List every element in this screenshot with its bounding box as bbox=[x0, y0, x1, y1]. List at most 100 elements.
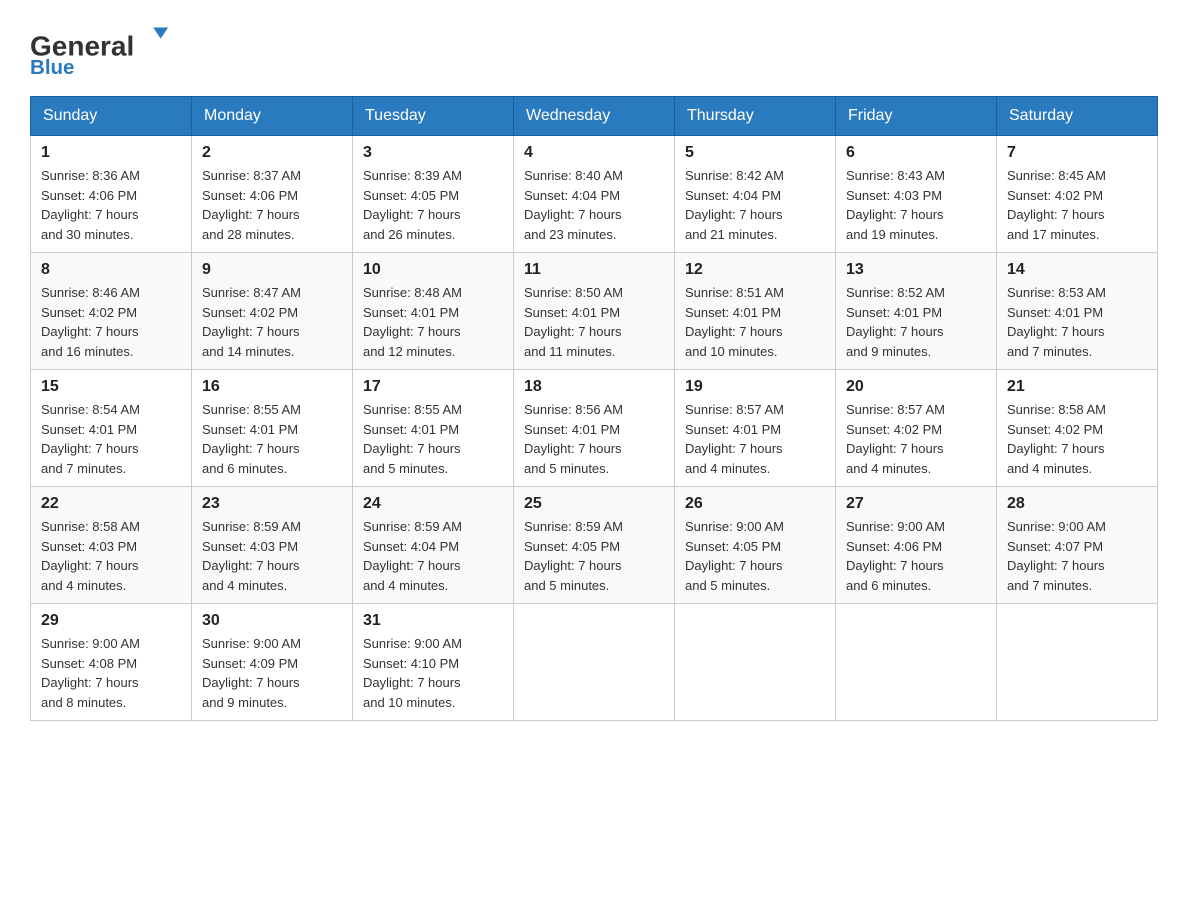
calendar-day-cell: 23 Sunrise: 8:59 AM Sunset: 4:03 PM Dayl… bbox=[192, 487, 353, 604]
day-number: 26 bbox=[685, 495, 825, 513]
weekday-header-sunday: Sunday bbox=[31, 97, 192, 136]
calendar-table: SundayMondayTuesdayWednesdayThursdayFrid… bbox=[30, 96, 1158, 721]
day-info: Sunrise: 8:53 AM Sunset: 4:01 PM Dayligh… bbox=[1007, 283, 1147, 361]
calendar-day-cell: 30 Sunrise: 9:00 AM Sunset: 4:09 PM Dayl… bbox=[192, 604, 353, 721]
calendar-day-cell: 19 Sunrise: 8:57 AM Sunset: 4:01 PM Dayl… bbox=[675, 370, 836, 487]
calendar-day-cell: 14 Sunrise: 8:53 AM Sunset: 4:01 PM Dayl… bbox=[997, 253, 1158, 370]
logo-svg: General Blue bbox=[30, 20, 170, 76]
day-info: Sunrise: 8:59 AM Sunset: 4:04 PM Dayligh… bbox=[363, 517, 503, 595]
day-info: Sunrise: 9:00 AM Sunset: 4:05 PM Dayligh… bbox=[685, 517, 825, 595]
day-info: Sunrise: 8:57 AM Sunset: 4:02 PM Dayligh… bbox=[846, 400, 986, 478]
calendar-day-cell bbox=[997, 604, 1158, 721]
day-info: Sunrise: 8:42 AM Sunset: 4:04 PM Dayligh… bbox=[685, 166, 825, 244]
day-info: Sunrise: 8:52 AM Sunset: 4:01 PM Dayligh… bbox=[846, 283, 986, 361]
day-info: Sunrise: 8:39 AM Sunset: 4:05 PM Dayligh… bbox=[363, 166, 503, 244]
day-info: Sunrise: 8:59 AM Sunset: 4:03 PM Dayligh… bbox=[202, 517, 342, 595]
day-number: 13 bbox=[846, 261, 986, 279]
day-info: Sunrise: 8:43 AM Sunset: 4:03 PM Dayligh… bbox=[846, 166, 986, 244]
day-number: 14 bbox=[1007, 261, 1147, 279]
calendar-day-cell: 1 Sunrise: 8:36 AM Sunset: 4:06 PM Dayli… bbox=[31, 136, 192, 253]
day-number: 24 bbox=[363, 495, 503, 513]
calendar-day-cell: 11 Sunrise: 8:50 AM Sunset: 4:01 PM Dayl… bbox=[514, 253, 675, 370]
day-info: Sunrise: 8:46 AM Sunset: 4:02 PM Dayligh… bbox=[41, 283, 181, 361]
calendar-day-cell: 31 Sunrise: 9:00 AM Sunset: 4:10 PM Dayl… bbox=[353, 604, 514, 721]
svg-text:Blue: Blue bbox=[30, 56, 74, 76]
weekday-header-friday: Friday bbox=[836, 97, 997, 136]
day-info: Sunrise: 8:47 AM Sunset: 4:02 PM Dayligh… bbox=[202, 283, 342, 361]
day-number: 25 bbox=[524, 495, 664, 513]
day-number: 18 bbox=[524, 378, 664, 396]
day-number: 31 bbox=[363, 612, 503, 630]
day-number: 11 bbox=[524, 261, 664, 279]
calendar-day-cell: 26 Sunrise: 9:00 AM Sunset: 4:05 PM Dayl… bbox=[675, 487, 836, 604]
day-number: 10 bbox=[363, 261, 503, 279]
day-number: 23 bbox=[202, 495, 342, 513]
calendar-day-cell: 16 Sunrise: 8:55 AM Sunset: 4:01 PM Dayl… bbox=[192, 370, 353, 487]
calendar-day-cell: 13 Sunrise: 8:52 AM Sunset: 4:01 PM Dayl… bbox=[836, 253, 997, 370]
page-header: General Blue bbox=[30, 20, 1158, 76]
calendar-day-cell: 6 Sunrise: 8:43 AM Sunset: 4:03 PM Dayli… bbox=[836, 136, 997, 253]
day-number: 22 bbox=[41, 495, 181, 513]
calendar-day-cell: 3 Sunrise: 8:39 AM Sunset: 4:05 PM Dayli… bbox=[353, 136, 514, 253]
weekday-header-row: SundayMondayTuesdayWednesdayThursdayFrid… bbox=[31, 97, 1158, 136]
day-info: Sunrise: 8:58 AM Sunset: 4:02 PM Dayligh… bbox=[1007, 400, 1147, 478]
calendar-day-cell: 12 Sunrise: 8:51 AM Sunset: 4:01 PM Dayl… bbox=[675, 253, 836, 370]
day-info: Sunrise: 8:51 AM Sunset: 4:01 PM Dayligh… bbox=[685, 283, 825, 361]
day-number: 1 bbox=[41, 144, 181, 162]
logo: General Blue bbox=[30, 20, 170, 76]
calendar-week-row: 1 Sunrise: 8:36 AM Sunset: 4:06 PM Dayli… bbox=[31, 136, 1158, 253]
day-info: Sunrise: 9:00 AM Sunset: 4:10 PM Dayligh… bbox=[363, 634, 503, 712]
calendar-day-cell: 9 Sunrise: 8:47 AM Sunset: 4:02 PM Dayli… bbox=[192, 253, 353, 370]
calendar-day-cell: 17 Sunrise: 8:55 AM Sunset: 4:01 PM Dayl… bbox=[353, 370, 514, 487]
calendar-day-cell: 4 Sunrise: 8:40 AM Sunset: 4:04 PM Dayli… bbox=[514, 136, 675, 253]
day-number: 7 bbox=[1007, 144, 1147, 162]
day-number: 9 bbox=[202, 261, 342, 279]
day-info: Sunrise: 8:57 AM Sunset: 4:01 PM Dayligh… bbox=[685, 400, 825, 478]
day-number: 21 bbox=[1007, 378, 1147, 396]
day-info: Sunrise: 8:55 AM Sunset: 4:01 PM Dayligh… bbox=[202, 400, 342, 478]
calendar-day-cell: 5 Sunrise: 8:42 AM Sunset: 4:04 PM Dayli… bbox=[675, 136, 836, 253]
day-info: Sunrise: 8:45 AM Sunset: 4:02 PM Dayligh… bbox=[1007, 166, 1147, 244]
calendar-day-cell: 20 Sunrise: 8:57 AM Sunset: 4:02 PM Dayl… bbox=[836, 370, 997, 487]
day-number: 5 bbox=[685, 144, 825, 162]
calendar-day-cell: 7 Sunrise: 8:45 AM Sunset: 4:02 PM Dayli… bbox=[997, 136, 1158, 253]
calendar-day-cell bbox=[514, 604, 675, 721]
weekday-header-saturday: Saturday bbox=[997, 97, 1158, 136]
day-number: 3 bbox=[363, 144, 503, 162]
day-info: Sunrise: 8:55 AM Sunset: 4:01 PM Dayligh… bbox=[363, 400, 503, 478]
day-number: 19 bbox=[685, 378, 825, 396]
calendar-week-row: 29 Sunrise: 9:00 AM Sunset: 4:08 PM Dayl… bbox=[31, 604, 1158, 721]
calendar-day-cell: 18 Sunrise: 8:56 AM Sunset: 4:01 PM Dayl… bbox=[514, 370, 675, 487]
day-number: 15 bbox=[41, 378, 181, 396]
day-number: 29 bbox=[41, 612, 181, 630]
calendar-day-cell: 10 Sunrise: 8:48 AM Sunset: 4:01 PM Dayl… bbox=[353, 253, 514, 370]
day-info: Sunrise: 8:59 AM Sunset: 4:05 PM Dayligh… bbox=[524, 517, 664, 595]
day-number: 28 bbox=[1007, 495, 1147, 513]
calendar-day-cell bbox=[675, 604, 836, 721]
day-info: Sunrise: 8:48 AM Sunset: 4:01 PM Dayligh… bbox=[363, 283, 503, 361]
calendar-day-cell: 29 Sunrise: 9:00 AM Sunset: 4:08 PM Dayl… bbox=[31, 604, 192, 721]
day-number: 16 bbox=[202, 378, 342, 396]
day-info: Sunrise: 9:00 AM Sunset: 4:07 PM Dayligh… bbox=[1007, 517, 1147, 595]
day-info: Sunrise: 8:36 AM Sunset: 4:06 PM Dayligh… bbox=[41, 166, 181, 244]
day-number: 12 bbox=[685, 261, 825, 279]
calendar-day-cell: 2 Sunrise: 8:37 AM Sunset: 4:06 PM Dayli… bbox=[192, 136, 353, 253]
calendar-day-cell: 28 Sunrise: 9:00 AM Sunset: 4:07 PM Dayl… bbox=[997, 487, 1158, 604]
day-info: Sunrise: 9:00 AM Sunset: 4:09 PM Dayligh… bbox=[202, 634, 342, 712]
day-info: Sunrise: 8:37 AM Sunset: 4:06 PM Dayligh… bbox=[202, 166, 342, 244]
calendar-day-cell: 24 Sunrise: 8:59 AM Sunset: 4:04 PM Dayl… bbox=[353, 487, 514, 604]
day-info: Sunrise: 9:00 AM Sunset: 4:06 PM Dayligh… bbox=[846, 517, 986, 595]
weekday-header-tuesday: Tuesday bbox=[353, 97, 514, 136]
calendar-day-cell: 8 Sunrise: 8:46 AM Sunset: 4:02 PM Dayli… bbox=[31, 253, 192, 370]
calendar-day-cell: 21 Sunrise: 8:58 AM Sunset: 4:02 PM Dayl… bbox=[997, 370, 1158, 487]
calendar-day-cell: 27 Sunrise: 9:00 AM Sunset: 4:06 PM Dayl… bbox=[836, 487, 997, 604]
day-info: Sunrise: 8:56 AM Sunset: 4:01 PM Dayligh… bbox=[524, 400, 664, 478]
day-number: 4 bbox=[524, 144, 664, 162]
day-info: Sunrise: 9:00 AM Sunset: 4:08 PM Dayligh… bbox=[41, 634, 181, 712]
weekday-header-thursday: Thursday bbox=[675, 97, 836, 136]
calendar-day-cell: 22 Sunrise: 8:58 AM Sunset: 4:03 PM Dayl… bbox=[31, 487, 192, 604]
day-info: Sunrise: 8:58 AM Sunset: 4:03 PM Dayligh… bbox=[41, 517, 181, 595]
calendar-week-row: 8 Sunrise: 8:46 AM Sunset: 4:02 PM Dayli… bbox=[31, 253, 1158, 370]
day-number: 20 bbox=[846, 378, 986, 396]
calendar-day-cell: 25 Sunrise: 8:59 AM Sunset: 4:05 PM Dayl… bbox=[514, 487, 675, 604]
